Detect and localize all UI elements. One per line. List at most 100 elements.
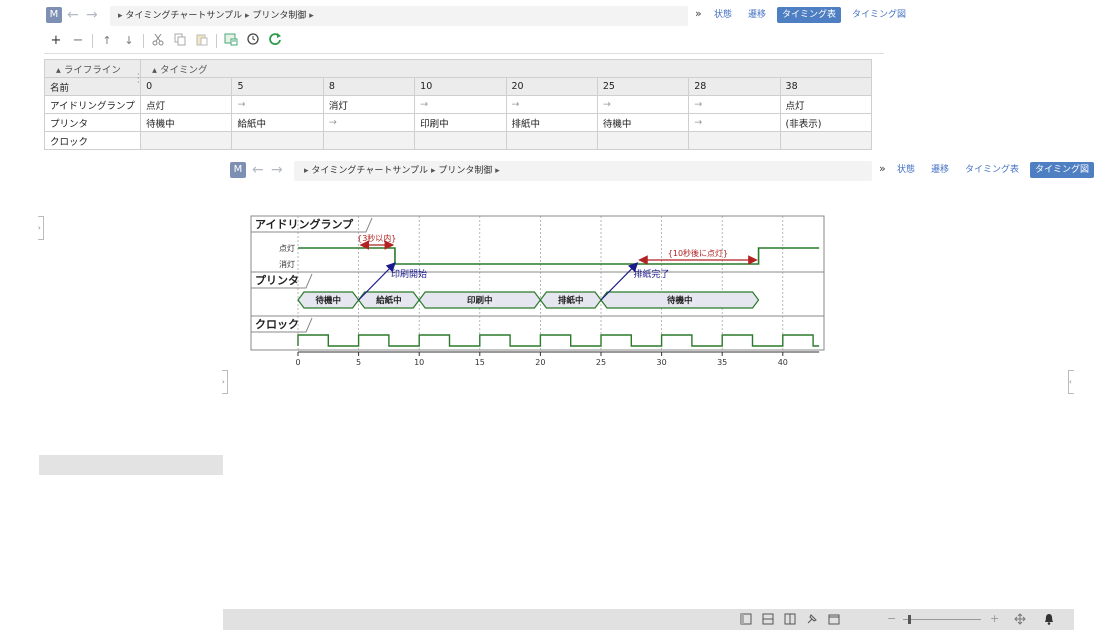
- table-cell[interactable]: →: [596, 95, 690, 114]
- layout-single-icon[interactable]: [740, 613, 752, 628]
- fit-icon[interactable]: [1014, 613, 1026, 628]
- layout-split-vertical-icon[interactable]: [784, 613, 796, 628]
- table-cell[interactable]: →: [505, 95, 598, 114]
- pin-icon[interactable]: [806, 613, 818, 628]
- table-cell[interactable]: [779, 131, 873, 150]
- column-resize-handle[interactable]: · · ·: [137, 71, 140, 87]
- breadcrumb-item[interactable]: タイミングチャートサンプル: [311, 166, 428, 176]
- axis-tick-label: 40: [778, 358, 788, 367]
- table-cell[interactable]: 印刷中: [414, 113, 507, 132]
- cut-icon[interactable]: [150, 32, 166, 51]
- plus-icon[interactable]: +: [48, 33, 64, 49]
- axis-tick-label: 0: [295, 358, 300, 367]
- notification-bell-icon[interactable]: [1043, 612, 1055, 628]
- tab-timing-table[interactable]: タイミング表: [960, 162, 1024, 178]
- tab-timing-table[interactable]: タイミング表: [777, 7, 842, 23]
- table-cell[interactable]: [231, 131, 324, 150]
- tab-state[interactable]: 状態: [709, 7, 737, 23]
- back-arrow-icon[interactable]: ←: [252, 162, 264, 178]
- zoom-slider[interactable]: [903, 615, 981, 624]
- column-header-time[interactable]: 28: [688, 77, 781, 96]
- table-row[interactable]: クロック: [43, 131, 873, 150]
- table-cell[interactable]: 点灯: [779, 95, 873, 114]
- table-row[interactable]: プリンタ 待機中 給紙中 → 印刷中 排紙中 待機中 → (非表示): [43, 113, 873, 132]
- breadcrumb-item[interactable]: タイミングチャートサンプル: [125, 11, 242, 21]
- paste-icon[interactable]: [194, 32, 210, 51]
- timing-diagram[interactable]: アイドリングランププリンタクロック 点灯消灯 {3秒以内} {10秒後に点灯} 待機…: [250, 214, 830, 370]
- group-timing[interactable]: ▴ タイミング: [140, 59, 872, 78]
- back-arrow-icon[interactable]: ←: [67, 7, 79, 23]
- export-image-icon[interactable]: [223, 32, 239, 51]
- model-badge[interactable]: M: [46, 7, 62, 23]
- message-label: 印刷開始: [391, 268, 427, 280]
- column-header-time[interactable]: 5: [231, 77, 324, 96]
- row-name[interactable]: プリンタ: [43, 113, 142, 132]
- table-cell[interactable]: 排紙中: [505, 113, 598, 132]
- tab-timing-diagram[interactable]: タイミング図: [847, 7, 911, 23]
- table-cell[interactable]: 待機中: [596, 113, 690, 132]
- toolbar-divider: [92, 34, 93, 48]
- table-cell[interactable]: →: [414, 95, 507, 114]
- history-icon[interactable]: [245, 32, 261, 51]
- table-cell[interactable]: (非表示): [779, 113, 873, 132]
- table-cell[interactable]: [322, 131, 416, 150]
- row-name[interactable]: アイドリングランプ: [43, 95, 142, 114]
- table-cell[interactable]: 点灯: [140, 95, 233, 114]
- forward-arrow-icon[interactable]: →: [271, 162, 283, 178]
- table-cell[interactable]: →: [231, 95, 324, 114]
- model-badge[interactable]: M: [230, 162, 246, 178]
- axis-tick-label: 10: [414, 358, 424, 367]
- breadcrumb-item[interactable]: プリンタ制御: [252, 11, 306, 21]
- copy-icon[interactable]: [172, 32, 188, 51]
- group-lifeline[interactable]: ▴ ライフライン: [43, 59, 142, 78]
- tab-transition[interactable]: 遷移: [926, 162, 954, 178]
- tab-timing-diagram[interactable]: タイミング図: [1030, 162, 1095, 178]
- column-header-time[interactable]: 25: [596, 77, 690, 96]
- table-row[interactable]: アイドリングランプ 点灯 → 消灯 → → → → 点灯: [43, 95, 873, 114]
- breadcrumb: ▸ タイミングチャートサンプル ▸ プリンタ制御 ▸: [294, 161, 872, 181]
- table-cell[interactable]: [414, 131, 507, 150]
- arrow-up-icon[interactable]: ↑: [99, 33, 115, 49]
- side-panel-bar[interactable]: [39, 455, 223, 475]
- arrow-down-icon[interactable]: ↓: [121, 33, 137, 49]
- group-header-row: ▴ ライフライン ▴ タイミング: [43, 59, 872, 78]
- tab-transition[interactable]: 遷移: [743, 7, 771, 23]
- table-cell[interactable]: [140, 131, 233, 150]
- column-header-time[interactable]: 20: [505, 77, 598, 96]
- minus-icon[interactable]: −: [70, 33, 86, 49]
- left-panel-toggle[interactable]: ›: [38, 216, 44, 240]
- tab-state[interactable]: 状態: [892, 162, 920, 178]
- table-cell[interactable]: →: [688, 113, 781, 132]
- right-panel-toggle[interactable]: ‹: [1068, 370, 1074, 394]
- zoom-in-icon[interactable]: +: [990, 612, 999, 625]
- table-cell[interactable]: 給紙中: [231, 113, 324, 132]
- table-cell[interactable]: →: [688, 95, 781, 114]
- column-header-time[interactable]: 8: [322, 77, 416, 96]
- zoom-slider-thumb[interactable]: [908, 615, 911, 624]
- table-cell[interactable]: [688, 131, 781, 150]
- table-cell[interactable]: 待機中: [140, 113, 233, 132]
- view-tabs: 状態 遷移 タイミング表 タイミング図: [892, 162, 1095, 178]
- panel-toggle[interactable]: ›: [222, 370, 228, 394]
- table-cell[interactable]: 消灯: [322, 95, 416, 114]
- breadcrumb-item[interactable]: プリンタ制御: [438, 166, 492, 176]
- forward-arrow-icon[interactable]: →: [86, 7, 98, 23]
- more-chevron-icon[interactable]: »: [695, 7, 702, 20]
- column-header-time[interactable]: 38: [779, 77, 873, 96]
- toolbar: + − ↑ ↓: [48, 32, 283, 51]
- table-cell[interactable]: →: [322, 113, 416, 132]
- duration-constraint-label: {3秒以内}: [357, 233, 396, 243]
- printer-state-label: 印刷中: [467, 295, 493, 306]
- column-header-time[interactable]: 10: [414, 77, 507, 96]
- table-cell[interactable]: [596, 131, 690, 150]
- column-header-name[interactable]: 名前: [43, 77, 142, 96]
- more-chevron-icon[interactable]: »: [879, 162, 886, 175]
- table-cell[interactable]: [505, 131, 598, 150]
- axis-tick-label: 5: [356, 358, 361, 367]
- row-name[interactable]: クロック: [43, 131, 142, 150]
- refresh-icon[interactable]: [267, 32, 283, 51]
- window-icon[interactable]: [828, 613, 840, 628]
- column-header-time[interactable]: 0: [140, 77, 233, 96]
- layout-split-horizontal-icon[interactable]: [762, 613, 774, 628]
- zoom-out-icon[interactable]: −: [887, 612, 896, 625]
